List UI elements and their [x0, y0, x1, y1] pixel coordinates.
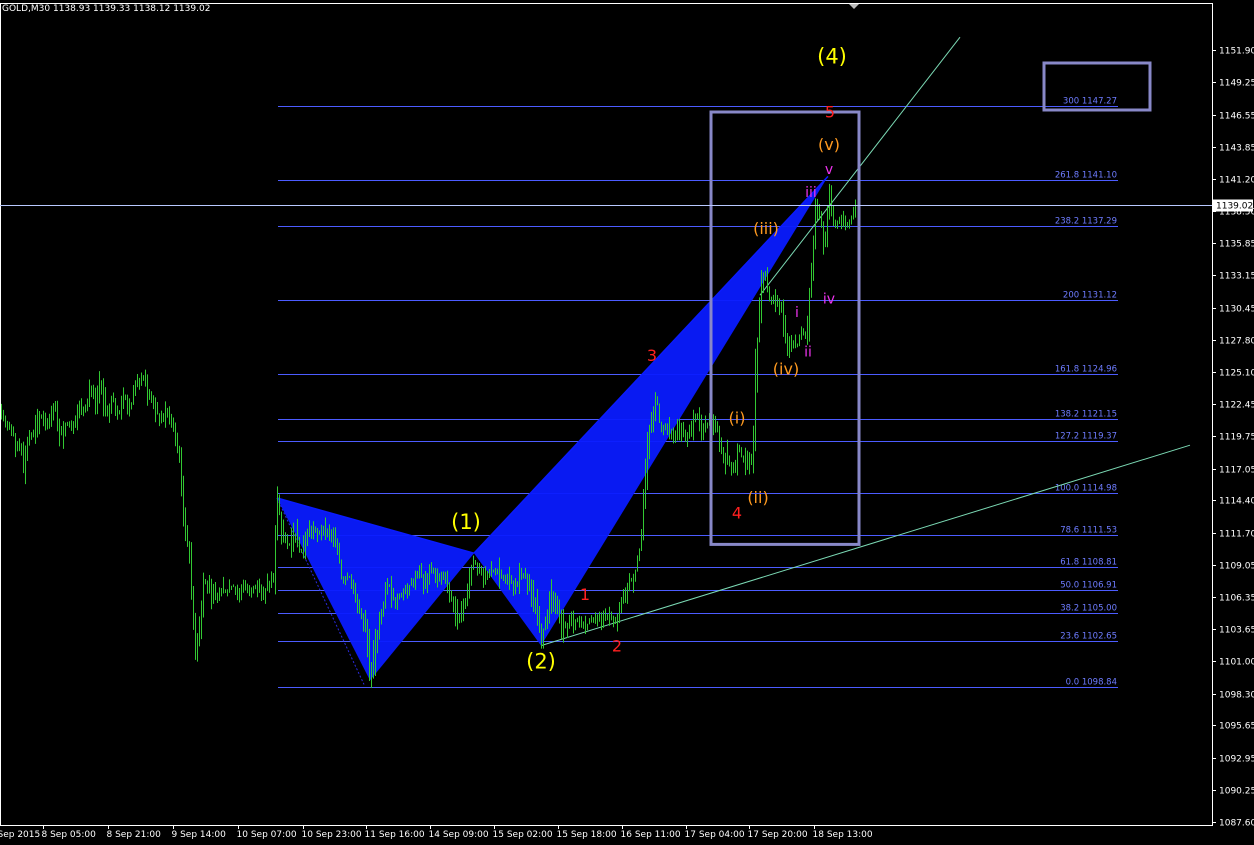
fib-level-label: 50.0 1106.91 — [1060, 581, 1117, 591]
x-axis-tick-label: 16 Sep 11:00 — [621, 830, 681, 840]
wave-label: 3 — [647, 346, 657, 365]
y-axis-tick-label: 1117.05 — [1219, 466, 1254, 476]
price-chart[interactable]: 0.0 1098.84 23.6 1102.65 38.2 1105.00 50.0 … — [0, 0, 1254, 845]
x-axis-tick-label: 15 Sep 02:00 — [493, 830, 553, 840]
wave-label: iii — [805, 185, 817, 201]
y-axis-tick-label: 1130.45 — [1219, 305, 1254, 315]
y-axis-tick-label: 1135.85 — [1219, 240, 1254, 250]
y-axis-tick-label: 1106.35 — [1219, 594, 1254, 604]
wave-label: (iii) — [753, 219, 779, 238]
y-axis-tick-label: 1098.30 — [1219, 691, 1254, 701]
y-axis-tick-label: 1090.25 — [1219, 787, 1254, 797]
fib-level-label: 100.0 1114.98 — [1055, 484, 1117, 494]
price-bars — [1, 183, 856, 688]
fib-level-label: 61.8 1108.81 — [1060, 558, 1117, 568]
y-axis-tick-label: 1109.05 — [1219, 562, 1254, 572]
x-axis-tick-label: Sep 2015 — [0, 830, 40, 840]
x-axis-tick-label: 8 Sep 21:00 — [107, 830, 162, 840]
fib-level-label: 238.2 1137.29 — [1055, 217, 1117, 227]
current-price-tag-label: 1139.02 — [1216, 202, 1253, 212]
wave-label: i — [795, 305, 799, 321]
y-axis-tick-label: 1095.65 — [1219, 722, 1254, 732]
y-axis-tick-label: 1101.00 — [1219, 658, 1254, 668]
y-axis-tick-label: 1143.85 — [1219, 144, 1254, 154]
y-axis-tick-label: 1114.40 — [1219, 497, 1254, 507]
y-axis-tick-label: 1087.60 — [1219, 819, 1254, 829]
x-axis-tick-label: 9 Sep 14:00 — [172, 830, 227, 840]
fib-level-label: 0.0 1098.84 — [1066, 678, 1117, 688]
fib-level-label: 161.8 1124.96 — [1055, 365, 1117, 375]
fib-level-label: 200 1131.12 — [1063, 291, 1117, 301]
wave-label: (ii) — [747, 488, 768, 507]
wave-label: (iv) — [773, 359, 799, 378]
y-axis-tick-label: 1149.25 — [1219, 79, 1254, 89]
wave-label: ii — [804, 344, 812, 360]
y-axis-tick-label: 1125.10 — [1219, 369, 1254, 379]
wave-label: 1 — [580, 585, 590, 604]
x-axis-tick-label: 18 Sep 13:00 — [813, 830, 873, 840]
y-axis-tick-label: 1151.90 — [1219, 47, 1254, 57]
x-axis-tick-label: 8 Sep 05:00 — [42, 830, 97, 840]
fib-level-label: 138.2 1121.15 — [1055, 410, 1117, 420]
wave-label: (1) — [451, 510, 481, 534]
wave-label: 4 — [732, 503, 742, 522]
wave-label: 5 — [825, 103, 835, 122]
y-axis-tick-label: 1103.65 — [1219, 626, 1254, 636]
wave-label: (v) — [818, 135, 840, 154]
y-axis-tick-label: 1122.45 — [1219, 401, 1254, 411]
symbol-label: GOLD,M30 — [2, 4, 51, 14]
x-axis-tick-label: 17 Sep 04:00 — [685, 830, 745, 840]
wave-label: 2 — [612, 637, 622, 656]
fib-level-label: 261.8 1141.10 — [1055, 171, 1117, 181]
fib-level-label: 127.2 1119.37 — [1055, 432, 1117, 442]
y-axis-tick-label: 1092.95 — [1219, 755, 1254, 765]
chart-header: GOLD,M30 1138.93 1139.33 1138.12 1139.02 — [2, 4, 210, 14]
fib-level-label: 78.6 1111.53 — [1060, 526, 1117, 536]
x-axis-tick-label: 10 Sep 07:00 — [237, 830, 297, 840]
ohlc-values: 1138.93 1139.33 1138.12 1139.02 — [52, 4, 211, 14]
fib-level-label: 38.2 1105.00 — [1060, 604, 1117, 614]
y-axis-tick-label: 1141.20 — [1219, 176, 1254, 186]
chart-window[interactable]: 0.0 1098.84 23.6 1102.65 38.2 1105.00 50.0 … — [0, 0, 1254, 845]
y-axis-tick-label: 1111.70 — [1219, 530, 1254, 540]
wave-label: v — [825, 162, 833, 178]
x-axis-tick-label: 10 Sep 23:00 — [302, 830, 362, 840]
fib-level-label: 23.6 1102.65 — [1060, 632, 1117, 642]
wave-label: (4) — [817, 45, 847, 69]
scroll-marker-icon[interactable] — [849, 4, 859, 9]
x-axis-tick-label: 11 Sep 16:00 — [365, 830, 425, 840]
y-axis-tick-label: 1119.75 — [1219, 433, 1254, 443]
x-axis-tick-label: 17 Sep 20:00 — [748, 830, 808, 840]
wave-label: (2) — [526, 649, 556, 673]
x-axis-tick-label: 14 Sep 09:00 — [429, 830, 489, 840]
y-axis-tick-label: 1146.55 — [1219, 112, 1254, 122]
fib-level-label: 300 1147.27 — [1063, 97, 1117, 107]
wave-label: iv — [823, 292, 835, 308]
x-axis-tick-label: 15 Sep 18:00 — [557, 830, 617, 840]
y-axis-tick-label: 1133.15 — [1219, 272, 1254, 282]
wave-label: (i) — [729, 409, 746, 428]
y-axis-tick-label: 1127.80 — [1219, 337, 1254, 347]
